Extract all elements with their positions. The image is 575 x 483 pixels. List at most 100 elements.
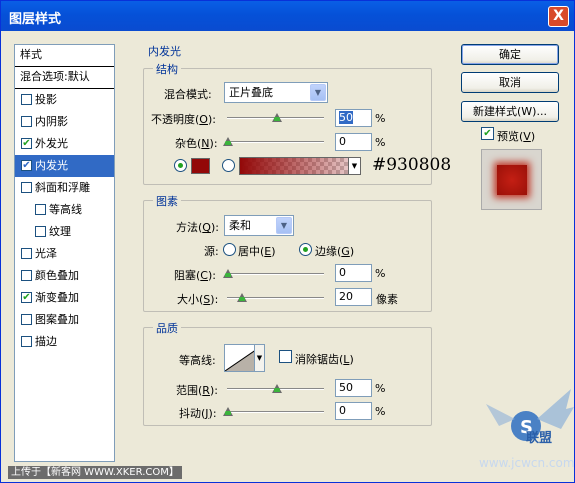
noise-label: 杂色(N): xyxy=(175,137,218,150)
jitter-slider[interactable] xyxy=(227,411,324,413)
style-item-label: 内阴影 xyxy=(35,115,68,128)
window-title: 图层样式 xyxy=(9,12,62,27)
style-item-checkbox[interactable] xyxy=(21,336,32,347)
new-style-button[interactable]: 新建样式(W)... xyxy=(461,101,559,122)
range-field[interactable]: 50 xyxy=(335,379,372,397)
chevron-down-icon: ▼ xyxy=(310,84,326,101)
hex-color-annotation: #930808 xyxy=(372,155,452,175)
anti-alias-checkbox[interactable] xyxy=(279,350,292,363)
style-item[interactable]: 纹理 xyxy=(15,221,114,243)
style-item-checkbox[interactable]: ✔ xyxy=(21,138,32,149)
style-item-label: 内发光 xyxy=(35,159,68,172)
choke-slider[interactable] xyxy=(227,273,324,275)
style-item-label: 光泽 xyxy=(35,247,57,260)
style-item[interactable]: 斜面和浮雕 xyxy=(15,177,114,199)
gradient-picker[interactable]: ▼ xyxy=(239,157,361,175)
opacity-unit: % xyxy=(375,112,386,125)
watermark-brand: 联盟 xyxy=(526,431,553,446)
style-item[interactable]: 描边 xyxy=(15,331,114,353)
color-swatch[interactable] xyxy=(191,158,210,174)
jitter-field[interactable]: 0 xyxy=(335,402,372,420)
preview-label: 预览(V) xyxy=(497,130,536,143)
blend-mode-value: 正片叠底 xyxy=(229,86,273,99)
close-button[interactable]: X xyxy=(548,6,569,27)
chevron-down-icon: ▼ xyxy=(276,217,292,234)
range-unit: % xyxy=(375,382,386,395)
style-item-label: 纹理 xyxy=(49,225,71,238)
ok-button[interactable]: 确定 xyxy=(461,44,559,65)
style-item-label: 投影 xyxy=(35,93,57,106)
style-item-checkbox[interactable] xyxy=(21,248,32,259)
edge-radio[interactable] xyxy=(299,243,312,256)
source-label: 源: xyxy=(204,245,219,258)
watermark-url: www.jcwcn.com xyxy=(479,456,575,470)
choke-label: 阻塞(C): xyxy=(174,269,216,282)
section-title: 内发光 xyxy=(148,45,181,58)
style-item-label: 斜面和浮雕 xyxy=(35,181,90,194)
style-item-checkbox[interactable]: ✔ xyxy=(21,292,32,303)
style-item[interactable]: 图案叠加 xyxy=(15,309,114,331)
style-item-label: 渐变叠加 xyxy=(35,291,79,304)
preview-thumbnail xyxy=(481,149,542,210)
anti-alias-label: 消除锯齿(L) xyxy=(295,353,354,366)
jitter-unit: % xyxy=(375,405,386,418)
style-item-checkbox[interactable] xyxy=(35,204,46,215)
gradient-radio[interactable] xyxy=(222,159,235,172)
style-item[interactable]: ✔ 渐变叠加 xyxy=(15,287,114,309)
style-item-label: 外发光 xyxy=(35,137,68,150)
center-label: 居中(E) xyxy=(238,245,276,258)
style-item-checkbox[interactable] xyxy=(21,314,32,325)
layer-style-dialog: 图层样式 X 样式 混合选项:默认 投影 内阴影 ✔ 外发光 ✔ 内发光 斜面和浮雕 等高线纹… xyxy=(0,0,575,483)
cancel-button[interactable]: 取消 xyxy=(461,72,559,93)
style-item-checkbox[interactable] xyxy=(21,182,32,193)
technique-label: 方法(Q): xyxy=(176,221,219,234)
style-item-checkbox[interactable] xyxy=(21,94,32,105)
styles-header[interactable]: 样式 xyxy=(15,45,114,67)
size-label: 大小(S): xyxy=(177,293,219,306)
opacity-field[interactable]: 50 xyxy=(335,109,372,127)
technique-select[interactable]: 柔和 ▼ xyxy=(224,215,294,236)
style-item-checkbox[interactable] xyxy=(21,270,32,281)
solid-color-radio[interactable] xyxy=(174,159,187,172)
range-label: 范围(R): xyxy=(176,384,218,397)
style-item[interactable]: ✔ 内发光 xyxy=(15,155,114,177)
style-item-label: 图案叠加 xyxy=(35,313,79,326)
edge-label: 边缘(G) xyxy=(315,245,355,258)
upload-credit: 上传于【新客网 WWW.XKER.COM】 xyxy=(8,466,182,479)
elements-title: 图素 xyxy=(153,193,181,209)
style-item-label: 描边 xyxy=(35,335,57,348)
blending-options-item[interactable]: 混合选项:默认 xyxy=(15,67,114,89)
choke-unit: % xyxy=(375,267,386,280)
style-item[interactable]: 光泽 xyxy=(15,243,114,265)
size-field[interactable]: 20 xyxy=(335,288,372,306)
style-item-checkbox[interactable] xyxy=(35,226,46,237)
center-radio[interactable] xyxy=(223,243,236,256)
jitter-label: 抖动(J): xyxy=(179,407,217,420)
chevron-down-icon[interactable]: ▼ xyxy=(348,158,360,174)
technique-value: 柔和 xyxy=(229,219,251,232)
choke-field[interactable]: 0 xyxy=(335,264,372,282)
noise-slider[interactable] xyxy=(227,141,324,143)
style-item-checkbox[interactable]: ✔ xyxy=(21,160,32,171)
style-item[interactable]: ✔ 外发光 xyxy=(15,133,114,155)
style-item-checkbox[interactable] xyxy=(21,116,32,127)
preview-checkbox[interactable]: ✔ xyxy=(481,127,494,140)
size-unit: 像素 xyxy=(376,293,398,306)
noise-unit: % xyxy=(375,136,386,149)
title-bar: 图层样式 X xyxy=(1,1,574,31)
noise-field[interactable]: 0 xyxy=(335,133,372,151)
chevron-down-icon[interactable]: ▼ xyxy=(254,344,265,372)
style-item[interactable]: 投影 xyxy=(15,89,114,111)
preview-swatch xyxy=(497,165,527,195)
structure-title: 结构 xyxy=(153,61,181,77)
style-item[interactable]: 内阴影 xyxy=(15,111,114,133)
quality-title: 品质 xyxy=(153,320,181,336)
style-item-label: 颜色叠加 xyxy=(35,269,79,282)
blend-mode-label: 混合模式: xyxy=(164,88,212,101)
contour-label: 等高线: xyxy=(179,354,216,367)
opacity-label: 不透明度(O): xyxy=(151,113,216,126)
style-item[interactable]: 等高线 xyxy=(15,199,114,221)
style-list: 样式 混合选项:默认 投影 内阴影 ✔ 外发光 ✔ 内发光 斜面和浮雕 等高线 纹理 光泽 颜色叠加… xyxy=(14,44,115,462)
style-item[interactable]: 颜色叠加 xyxy=(15,265,114,287)
blend-mode-select[interactable]: 正片叠底 ▼ xyxy=(224,82,328,103)
